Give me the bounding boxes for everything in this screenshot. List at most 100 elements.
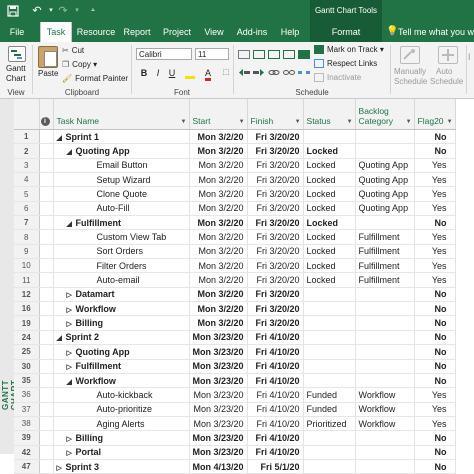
row-id-cell[interactable]: 42 <box>14 445 40 460</box>
flag20-cell[interactable]: Yes <box>414 258 456 274</box>
row-id-cell[interactable]: 2 <box>14 143 40 159</box>
bold-button[interactable]: B <box>138 67 150 79</box>
finish-cell[interactable]: Fri 3/20/20 <box>247 229 304 245</box>
unlink-icon[interactable] <box>283 68 295 77</box>
start-cell[interactable]: Mon 3/2/20 <box>189 172 248 188</box>
customize-toolbar-icon[interactable]: ⩡ <box>84 0 102 22</box>
status-cell[interactable] <box>303 129 356 145</box>
table-row[interactable]: 30 ▷ Fulfillment Mon 3/23/20 Fri 4/10/20 No <box>14 359 456 374</box>
tab-add-ins[interactable]: Add-ins <box>232 22 272 42</box>
start-cell[interactable]: Mon 3/2/20 <box>189 301 248 317</box>
column-header-status[interactable]: Status ▼ <box>303 99 356 130</box>
backlog-category-cell[interactable]: Quoting App <box>355 158 415 174</box>
highlight-icon[interactable] <box>184 67 196 79</box>
expand-triangle-icon[interactable]: ▷ <box>67 291 76 299</box>
task-name-cell[interactable]: ▷ Quoting App <box>53 344 190 360</box>
flag20-cell[interactable]: Yes <box>414 416 456 432</box>
table-row[interactable]: 11 Auto-email Mon 3/2/20 Fri 3/20/20 Locked F… <box>14 272 456 288</box>
paste-button[interactable]: Paste <box>38 68 58 79</box>
font-family-select[interactable]: Calibri <box>136 48 192 60</box>
start-cell[interactable]: Mon 3/2/20 <box>189 158 248 174</box>
flag20-cell[interactable]: Yes <box>414 387 456 403</box>
flag20-cell[interactable]: Yes <box>414 158 456 174</box>
table-row[interactable]: 1 ◢ Sprint 1 Mon 3/2/20 Fri 3/20/20 No <box>14 129 456 145</box>
tab-resource[interactable]: Resource <box>74 22 118 42</box>
column-header-start[interactable]: Start ▼ <box>189 99 248 130</box>
auto-schedule-icon[interactable] <box>438 46 458 64</box>
status-cell[interactable]: Locked <box>303 158 356 174</box>
flag20-cell[interactable]: No <box>414 143 456 159</box>
start-cell[interactable]: Mon 3/2/20 <box>189 244 248 260</box>
backlog-category-cell[interactable]: Quoting App <box>355 172 415 188</box>
mark-on-track-button[interactable]: Mark on Track ▾ <box>314 44 384 55</box>
column-header-backlog-category[interactable]: Backlog Category ▼ <box>355 99 415 130</box>
backlog-category-cell[interactable]: Fulfillment <box>355 229 415 245</box>
start-cell[interactable]: Mon 3/23/20 <box>189 430 248 446</box>
finish-cell[interactable]: Fri 3/20/20 <box>247 272 304 288</box>
backlog-category-cell[interactable] <box>355 287 415 303</box>
finish-cell[interactable]: Fri 3/20/20 <box>247 201 304 217</box>
inspect-icon[interactable]: I <box>468 52 474 62</box>
cut-button[interactable]: ✂ Cut <box>62 45 84 56</box>
save-icon[interactable] <box>4 0 22 22</box>
finish-cell[interactable]: Fri 4/10/20 <box>247 359 304 374</box>
select-all-corner[interactable] <box>14 99 40 130</box>
tab-format[interactable]: Format <box>310 22 382 42</box>
backlog-category-cell[interactable]: Fulfillment <box>355 258 415 274</box>
tab-report[interactable]: Report <box>120 22 154 42</box>
table-row[interactable]: 10 Filter Orders Mon 3/2/20 Fri 3/20/20 Lock… <box>14 258 456 274</box>
start-cell[interactable]: Mon 3/2/20 <box>189 315 248 331</box>
row-id-cell[interactable]: 10 <box>14 258 40 274</box>
start-cell[interactable]: Mon 3/2/20 <box>189 215 248 231</box>
task-name-cell[interactable]: Clone Quote <box>53 186 190 202</box>
tell-me-search[interactable]: Tell me what you want <box>398 22 474 42</box>
table-row[interactable]: 5 Clone Quote Mon 3/2/20 Fri 3/20/20 Locked Q… <box>14 186 456 202</box>
tab-task[interactable]: Task <box>40 22 72 42</box>
flag20-cell[interactable]: No <box>414 129 456 145</box>
start-cell[interactable]: Mon 3/2/20 <box>189 129 248 145</box>
status-cell[interactable] <box>303 287 356 303</box>
format-painter-button[interactable]: 🖌 Format Painter <box>62 73 128 84</box>
row-id-cell[interactable]: 11 <box>14 272 40 288</box>
column-header-info[interactable]: i <box>39 99 54 130</box>
table-row[interactable]: 42 ▷ Portal Mon 3/23/20 Fri 4/10/20 No <box>14 445 456 460</box>
start-cell[interactable]: Mon 3/23/20 <box>189 359 248 374</box>
flag20-cell[interactable]: No <box>414 445 456 460</box>
backlog-category-cell[interactable] <box>355 459 415 474</box>
flag20-cell[interactable]: Yes <box>414 172 456 188</box>
row-id-cell[interactable]: 39 <box>14 430 40 446</box>
backlog-category-cell[interactable] <box>355 344 415 360</box>
tab-view[interactable]: View <box>200 22 228 42</box>
status-cell[interactable]: Locked <box>303 244 356 260</box>
backlog-category-cell[interactable]: Quoting App <box>355 186 415 202</box>
gantt-chart-button-line2[interactable]: Chart <box>6 73 26 84</box>
filter-dropdown-icon[interactable]: ▼ <box>447 119 453 125</box>
underline-button[interactable]: U <box>166 67 178 79</box>
split-task-icon[interactable] <box>298 68 310 77</box>
start-cell[interactable]: Mon 3/23/20 <box>189 344 248 360</box>
start-cell[interactable]: Mon 3/2/20 <box>189 229 248 245</box>
table-row[interactable]: 25 ▷ Quoting App Mon 3/23/20 Fri 4/10/20 No <box>14 344 456 360</box>
row-id-cell[interactable]: 6 <box>14 201 40 217</box>
percent-complete-25-icon[interactable] <box>253 50 265 59</box>
flag20-cell[interactable]: No <box>414 215 456 231</box>
filter-dropdown-icon[interactable]: ▼ <box>181 119 187 125</box>
font-color-icon[interactable]: A <box>202 67 214 81</box>
finish-cell[interactable]: Fri 3/20/20 <box>247 258 304 274</box>
task-name-cell[interactable]: Auto-Fill <box>53 201 190 217</box>
status-cell[interactable] <box>303 373 356 389</box>
collapse-triangle-icon[interactable]: ◢ <box>67 220 76 228</box>
backlog-category-cell[interactable] <box>355 301 415 317</box>
auto-schedule-line2[interactable]: Schedule <box>430 76 463 87</box>
task-name-cell[interactable]: Email Button <box>53 158 190 174</box>
row-id-cell[interactable]: 3 <box>14 158 40 174</box>
status-cell[interactable] <box>303 445 356 460</box>
start-cell[interactable]: Mon 4/13/20 <box>189 459 248 474</box>
percent-complete-75-icon[interactable] <box>283 50 295 59</box>
finish-cell[interactable]: Fri 4/10/20 <box>247 430 304 446</box>
task-name-cell[interactable]: Auto-prioritize <box>53 402 190 417</box>
filter-dropdown-icon[interactable]: ▼ <box>347 119 353 125</box>
flag20-cell[interactable]: No <box>414 373 456 389</box>
finish-cell[interactable]: Fri 3/20/20 <box>247 129 304 145</box>
link-icon[interactable] <box>268 68 280 77</box>
